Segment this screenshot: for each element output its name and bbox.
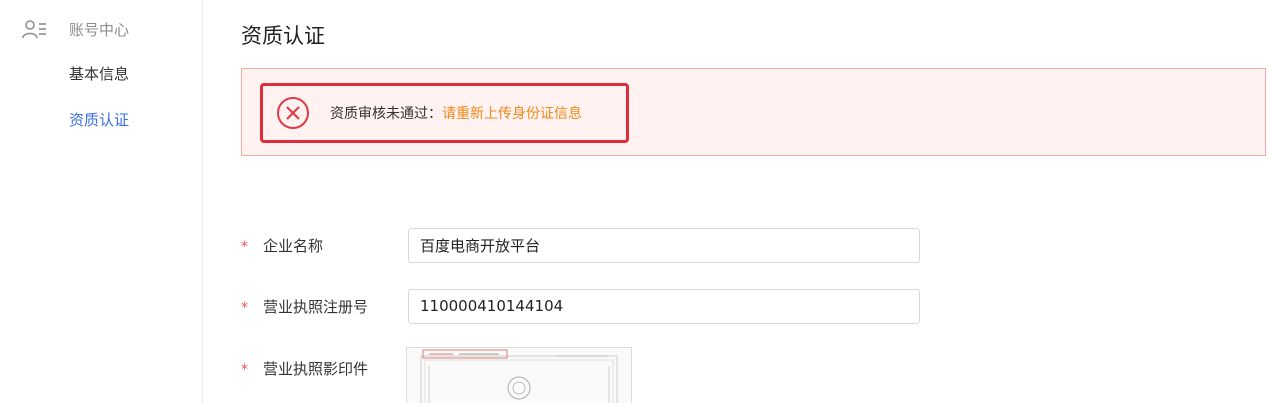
form-row-license-copy: * 营业执照影印件 [241, 350, 408, 386]
required-mark: * [241, 300, 248, 316]
company-name-input[interactable]: 百度电商开放平台 [408, 227, 920, 263]
error-circle-icon [276, 96, 310, 130]
alert-highlight: 资质审核未通过： 请重新上传身份证信息 [260, 83, 629, 143]
required-mark: * [241, 362, 248, 378]
page: 账号中心 基本信息 资质认证 资质认证 资质审核未通过： 请重新上传身份证信息 *… [0, 0, 1269, 403]
license-number-label: 营业执照注册号 [263, 297, 369, 316]
user-list-icon [22, 18, 48, 40]
required-mark: * [241, 239, 248, 255]
license-number-input[interactable]: 110000410144104 [408, 288, 920, 324]
company-name-label: 企业名称 [263, 236, 324, 255]
sidebar-item-basic-info[interactable]: 基本信息 [69, 63, 129, 84]
sidebar-section-label: 账号中心 [69, 20, 130, 39]
alert-message: 资质审核未通过： [330, 106, 442, 122]
form-row-license-number: * 营业执照注册号 110000410144104 [241, 288, 920, 324]
page-title: 资质认证 [241, 24, 325, 48]
form-row-company-name: * 企业名称 百度电商开放平台 [241, 227, 920, 263]
license-image-thumbnail[interactable] [406, 347, 632, 403]
sidebar-item-qualification[interactable]: 资质认证 [69, 109, 129, 130]
license-copy-label: 营业执照影印件 [263, 359, 369, 378]
reupload-id-link[interactable]: 请重新上传身份证信息 [442, 103, 582, 123]
sidebar-section-header: 账号中心 [22, 17, 129, 41]
sidebar: 账号中心 基本信息 资质认证 [0, 0, 203, 403]
